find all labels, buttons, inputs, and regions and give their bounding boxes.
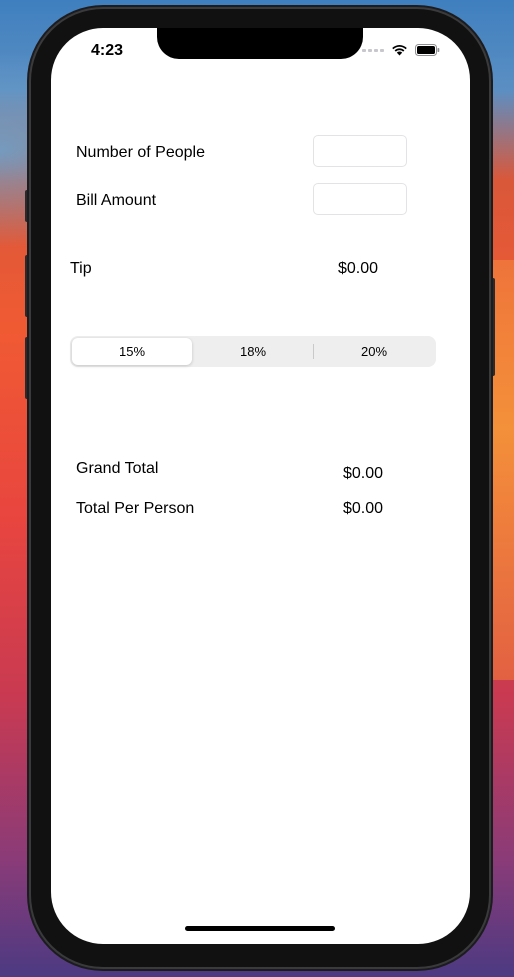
status-icons [362, 44, 440, 56]
wifi-icon [392, 45, 407, 56]
volume-down-button [25, 337, 30, 399]
tip-percentage-control[interactable]: 15% 18% 20% [70, 336, 436, 367]
battery-icon [415, 44, 440, 56]
volume-up-button [25, 255, 30, 317]
grand-total-value: $0.00 [343, 465, 384, 482]
bill-amount-input[interactable] [313, 183, 407, 215]
per-person-label: Total Per Person [76, 500, 195, 517]
people-input[interactable] [313, 135, 407, 167]
tip-value: $0.00 [338, 260, 379, 277]
silent-switch [25, 190, 30, 222]
power-button [490, 278, 495, 376]
tip-label: Tip [70, 260, 92, 277]
tip-option-18[interactable]: 18% [193, 338, 313, 365]
home-indicator[interactable] [185, 926, 335, 931]
app-screen: 4:23 Number of People Bill Amount Tip $0… [51, 28, 470, 944]
bill-amount-label: Bill Amount [76, 192, 157, 209]
tip-option-20[interactable]: 20% [314, 338, 434, 365]
grand-total-label: Grand Total [76, 460, 159, 477]
per-person-value: $0.00 [343, 500, 384, 517]
people-label: Number of People [76, 144, 205, 161]
cellular-icon [362, 48, 384, 52]
tip-option-15[interactable]: 15% [72, 338, 192, 365]
notch [157, 28, 363, 59]
status-time: 4:23 [91, 42, 124, 59]
